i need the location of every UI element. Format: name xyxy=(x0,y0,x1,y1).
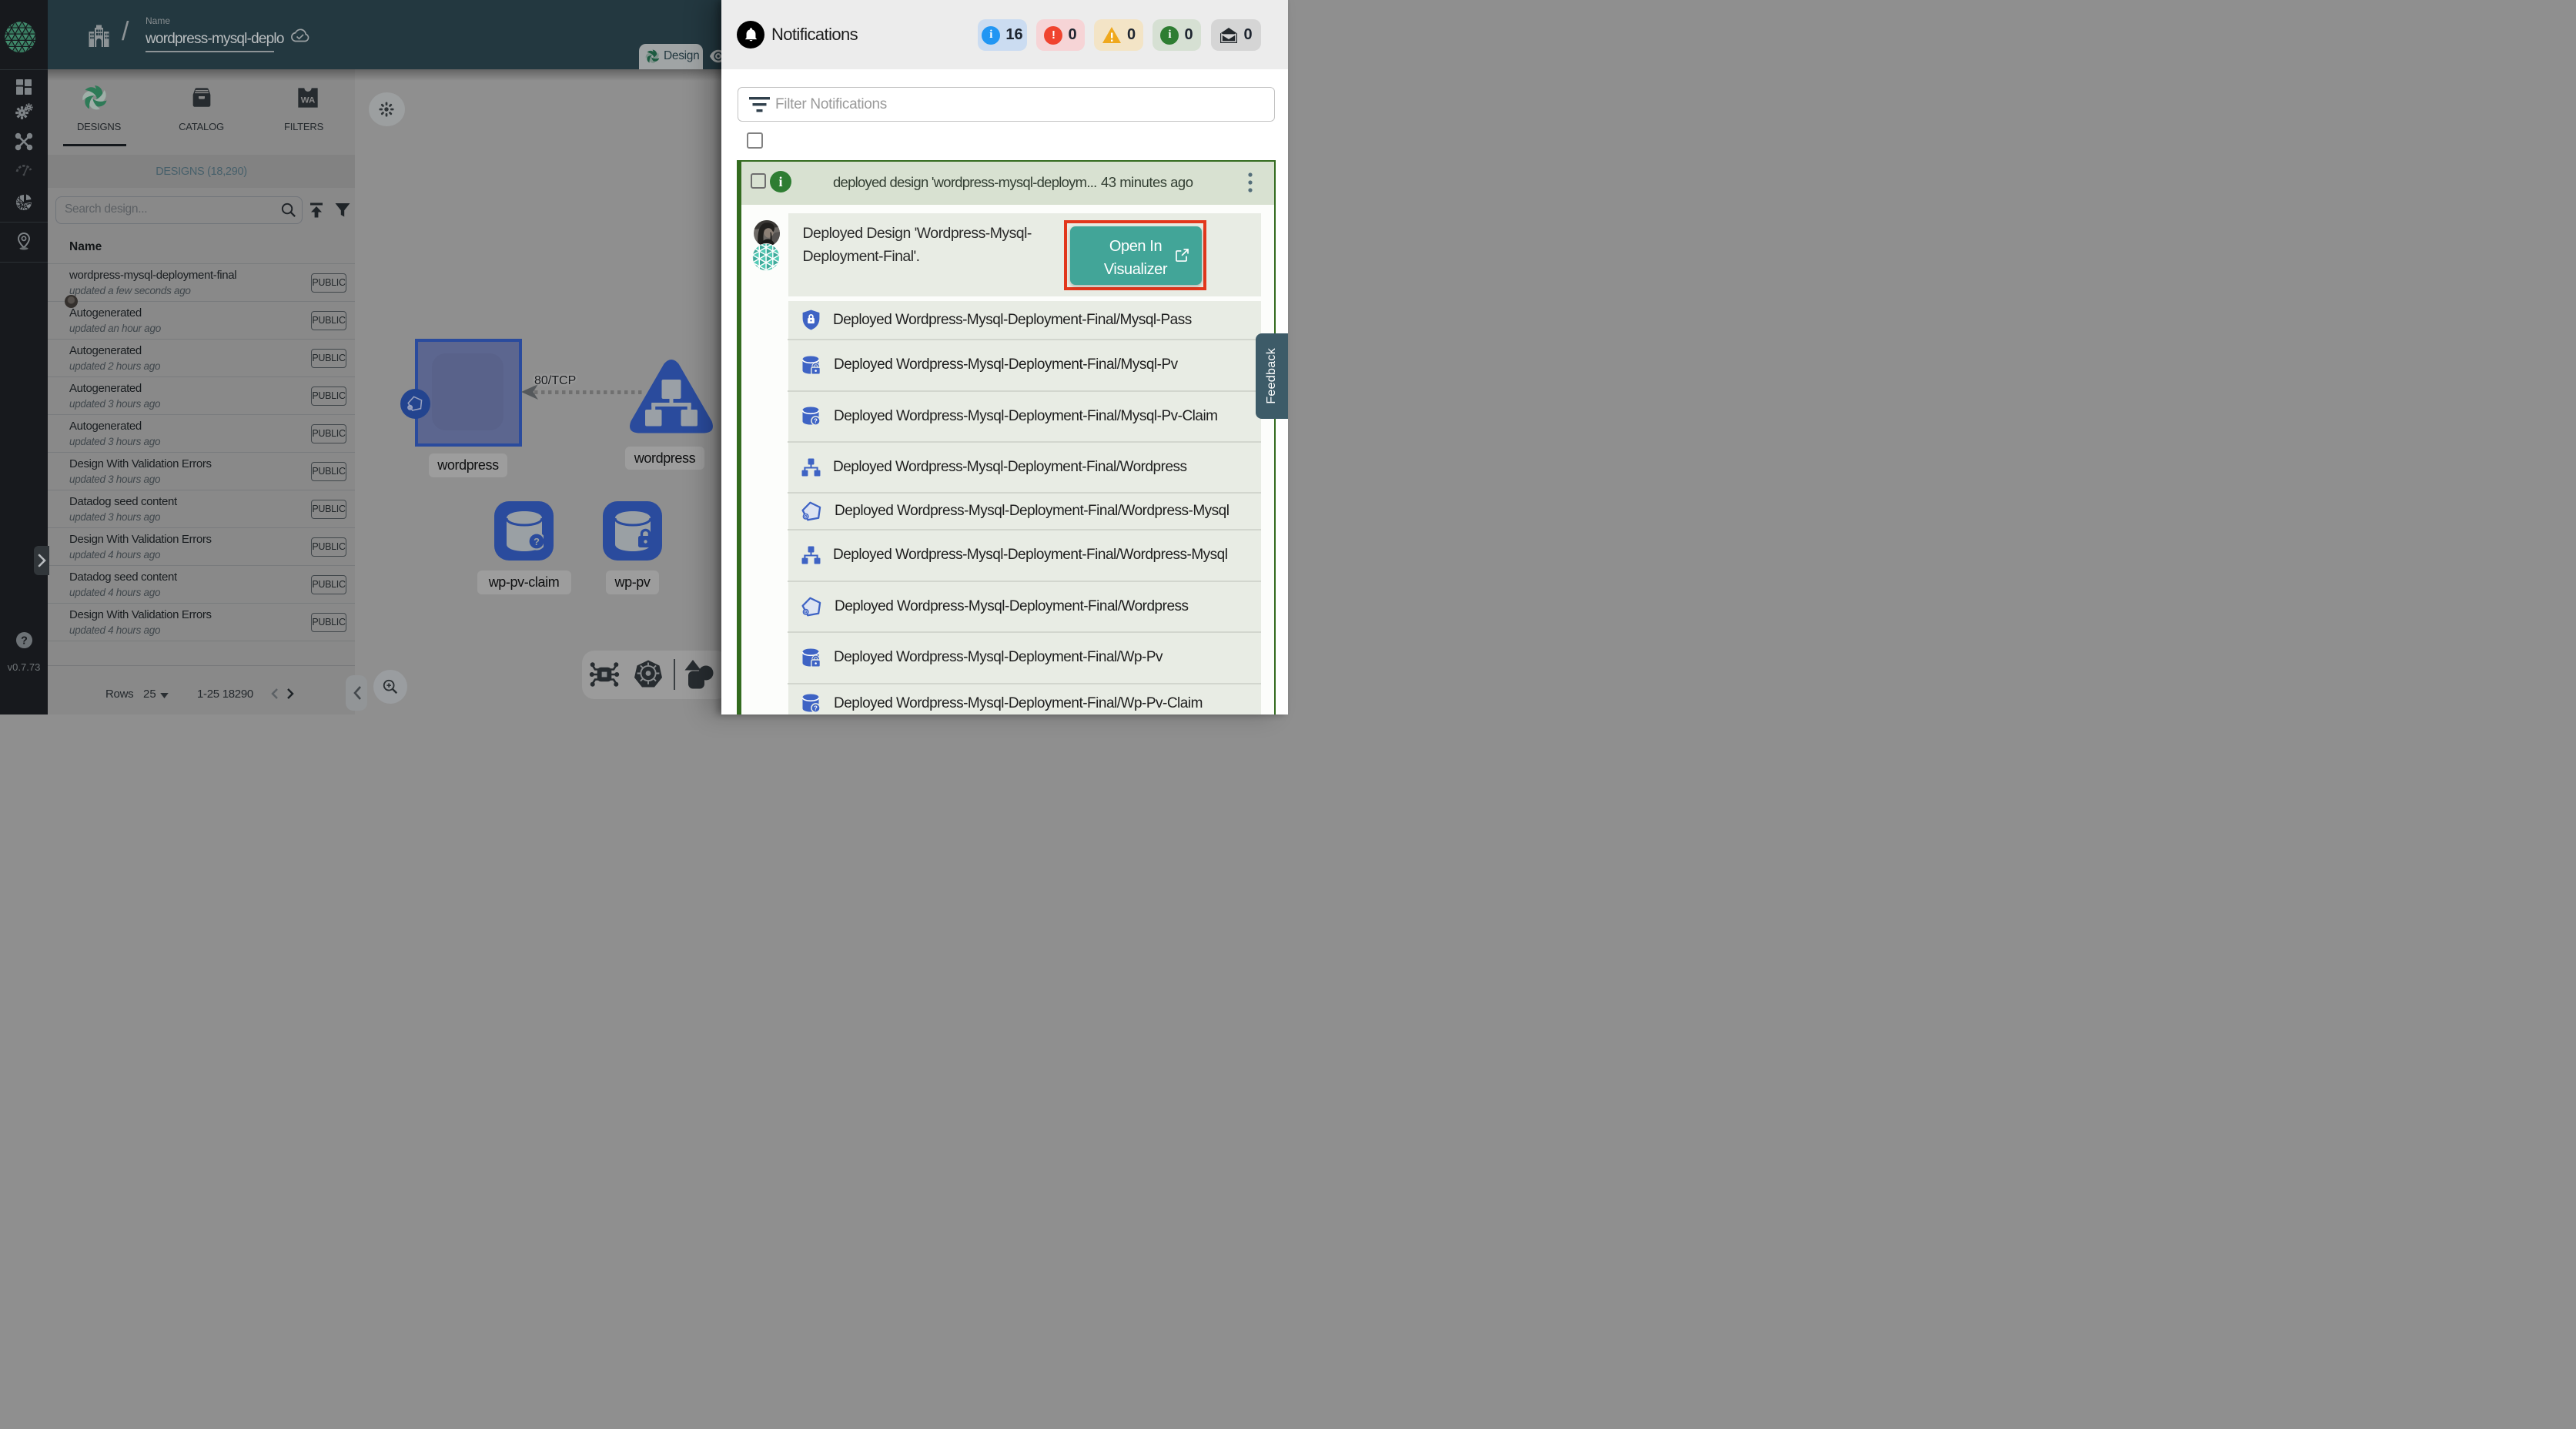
svg-text:?: ? xyxy=(814,418,818,425)
svg-text:?: ? xyxy=(534,536,540,547)
svg-text:WA: WA xyxy=(301,96,315,105)
svg-text:?: ? xyxy=(21,634,28,647)
svg-text:?: ? xyxy=(814,705,818,712)
